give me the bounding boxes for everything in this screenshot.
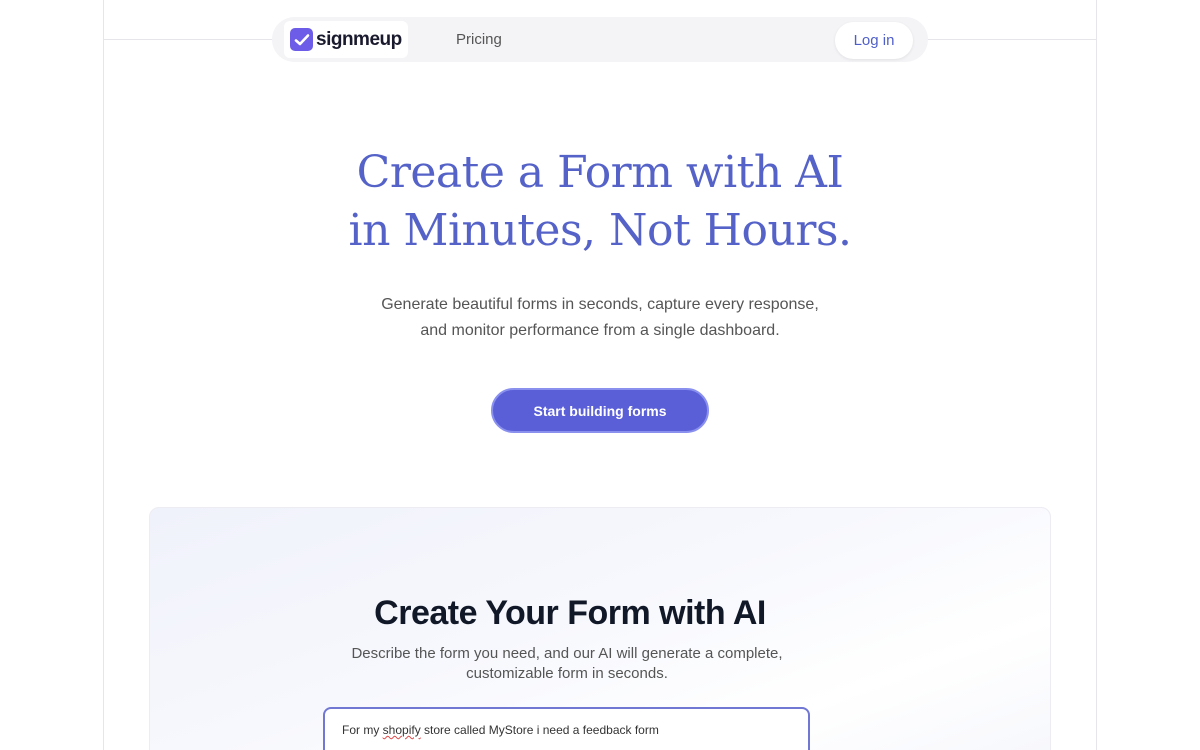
nav-link-pricing[interactable]: Pricing [456, 17, 502, 62]
ai-form-generator-card: Create Your Form with AI Describe the fo… [149, 507, 1051, 750]
hero-subtitle-line-2: and monitor performance from a single da… [420, 322, 780, 339]
ai-section-subtitle: Describe the form you need, and our AI w… [150, 644, 984, 684]
top-navbar: signmeup Pricing Log in [272, 17, 928, 62]
prompt-text-misspelled: shopify [382, 723, 421, 737]
brand-name: signmeup [316, 28, 402, 50]
brand-logo[interactable]: signmeup [284, 21, 408, 58]
prompt-text-end: store called MyStore i need a feedback f… [420, 723, 659, 737]
prompt-text-start: For my [342, 723, 383, 737]
ai-section-title: Create Your Form with AI [374, 594, 766, 632]
form-description-input[interactable]: For my shopify store called MyStore i ne… [323, 707, 810, 750]
hero-title-line-1: Create a Form with AI [356, 147, 844, 198]
ai-subtitle-line-2: customizable form in seconds. [466, 665, 668, 682]
ai-subtitle-line-1: Describe the form you need, and our AI w… [351, 645, 783, 662]
hero-title-line-2: in Minutes, Not Hours. [348, 205, 852, 256]
hero-subtitle-line-1: Generate beautiful forms in seconds, cap… [381, 296, 819, 313]
start-building-button[interactable]: Start building forms [491, 388, 709, 433]
hero-title: Create a Form with AI in Minutes, Not Ho… [104, 144, 1096, 260]
login-button[interactable]: Log in [835, 22, 913, 59]
hero-subtitle: Generate beautiful forms in seconds, cap… [104, 292, 1096, 344]
checkmark-icon [290, 28, 313, 51]
